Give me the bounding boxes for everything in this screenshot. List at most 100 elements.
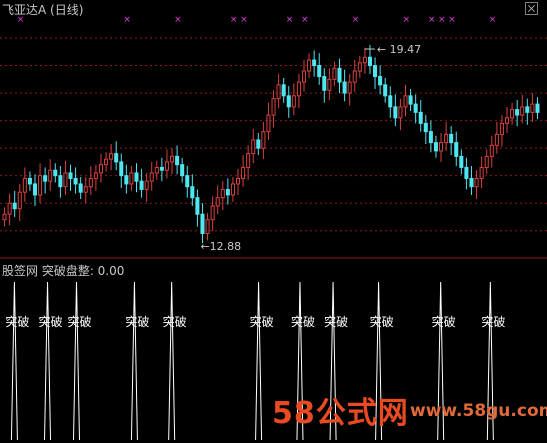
signal-label: 突破 (5, 314, 29, 329)
candle-body (195, 197, 200, 215)
candle-body (266, 114, 271, 133)
signal-label: 突破 (250, 314, 274, 329)
candle-body (12, 202, 17, 210)
candle-body (88, 177, 93, 188)
candle-body (515, 109, 520, 116)
candle-body (535, 103, 540, 113)
candle-body (261, 131, 266, 149)
candle-body (357, 62, 362, 72)
signal-label: 突破 (370, 314, 394, 329)
top-marker: × (286, 15, 294, 25)
candle-body (464, 166, 469, 179)
low-annotation: ←12.88 (200, 240, 241, 253)
top-marker: × (174, 15, 182, 25)
candle-body (362, 56, 367, 64)
chart-window: ← 19.47 ←12.88 × × × × × × × × × × × × × 突破 突破 突破 突破 突破 突破 突破… (0, 0, 547, 443)
indicator-label: 股签网 突破盘整: 0.00 (2, 264, 125, 278)
candle-body (48, 169, 53, 182)
candle-body (474, 177, 479, 188)
candle-body (520, 106, 525, 116)
top-marker: × (301, 15, 309, 25)
candle-body (200, 213, 205, 234)
candle-body (154, 166, 159, 174)
candle-body (78, 183, 83, 193)
candle-body (271, 98, 276, 116)
top-marker: × (438, 15, 446, 25)
candle-body (383, 84, 388, 97)
candle-body (93, 172, 98, 179)
signal-label: 突破 (67, 314, 91, 329)
candle-body (312, 59, 317, 67)
close-icon[interactable] (525, 2, 538, 15)
signal-label: 突破 (163, 314, 187, 329)
signal-label: 突破 (432, 314, 456, 329)
signal-spike (130, 281, 138, 441)
candle-body (489, 144, 494, 157)
candle-body (423, 122, 428, 133)
candle-body (510, 109, 515, 119)
top-marker: × (489, 15, 497, 25)
candle-body (32, 183, 38, 196)
candle-body (444, 133, 449, 144)
candle-body (433, 142, 438, 152)
candle-body (205, 219, 210, 234)
candle-body (22, 177, 27, 193)
watermark-logo: 58公式网 (272, 396, 409, 431)
top-marker: × (352, 15, 360, 25)
top-marker: × (230, 15, 238, 25)
candle-body (256, 139, 261, 149)
candle-body (119, 161, 124, 177)
candle-body (241, 166, 246, 179)
candle-body (291, 95, 296, 108)
signal-spike (44, 281, 52, 441)
top-marker: × (240, 15, 248, 25)
candle-body (215, 197, 220, 207)
candle-body (2, 213, 7, 221)
candle-body (175, 155, 180, 166)
watermark-url: www.58gu.com (410, 401, 547, 421)
signal-label: 突破 (125, 314, 149, 329)
signal-spike (72, 281, 80, 441)
candle-body (499, 122, 504, 135)
signal-spike (168, 281, 176, 441)
candlestick-chart: ← 19.47←12.88× × × × × × × × × × × × ×突破 突破 突破 突破 突破 突破 突破… (0, 15, 547, 441)
candle-body (352, 70, 357, 83)
candle-body (225, 188, 230, 196)
candle-body (149, 172, 154, 182)
candle-body (413, 103, 418, 113)
candle-body (439, 142, 444, 152)
top-marker: × (428, 15, 436, 25)
candle-body (307, 59, 312, 72)
chart-title: 飞亚达A (日线) (2, 3, 84, 17)
candle-body (484, 155, 489, 168)
candle-body (159, 166, 164, 171)
candle-body (58, 175, 63, 188)
candle-body (530, 103, 535, 113)
candle-body (337, 67, 342, 83)
candle-body (469, 177, 474, 188)
candle-body (220, 188, 225, 199)
candle-body (504, 117, 510, 124)
high-annotation: ← 19.47 (377, 43, 421, 56)
candle-body (251, 139, 256, 155)
candle-body (322, 76, 327, 91)
candle-body (246, 153, 251, 168)
candle-body (17, 191, 22, 210)
candle-body (164, 161, 169, 171)
candle-body (134, 172, 139, 182)
candle-body (327, 78, 332, 91)
candle-body (393, 106, 398, 119)
signal-label: 突破 (39, 314, 63, 329)
candle-body (281, 84, 286, 97)
candle-body (398, 106, 403, 119)
candle-body (83, 186, 88, 193)
candle-body (38, 175, 43, 196)
top-marker: × (403, 15, 411, 25)
candle-body (373, 65, 378, 78)
candle-body (454, 142, 459, 157)
candle-body (367, 56, 372, 67)
candle-body (27, 177, 32, 185)
candle-body (190, 186, 195, 199)
signal-label: 突破 (324, 314, 348, 329)
candle-body (124, 175, 129, 185)
